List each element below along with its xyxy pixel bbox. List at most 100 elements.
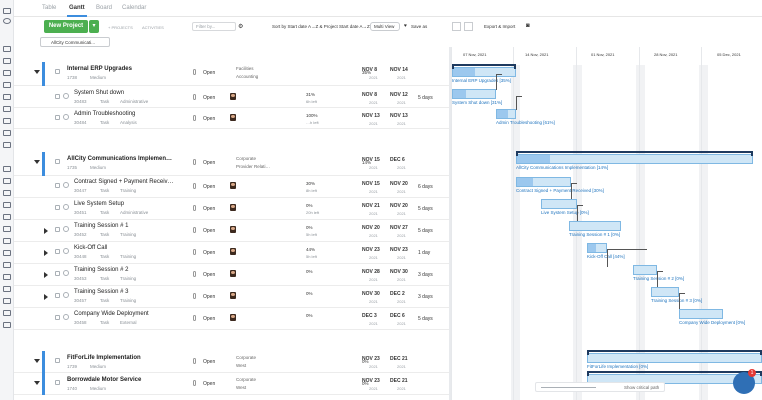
project-title[interactable]: Internal ERP Upgrades <box>67 66 132 72</box>
status-label[interactable]: Open <box>203 381 215 387</box>
projects-label[interactable]: + PROJECTS <box>108 25 133 30</box>
task-title[interactable]: Live System Setup <box>74 201 124 207</box>
start-date[interactable]: DEC 3 <box>362 313 377 319</box>
activities-label[interactable]: ACTIVITIES <box>142 25 164 30</box>
gantt-view-icon[interactable] <box>464 22 473 31</box>
chat-icon[interactable] <box>3 82 11 88</box>
status-label[interactable]: Open <box>203 250 215 256</box>
row-checkbox[interactable] <box>55 380 60 385</box>
status-label[interactable]: Open <box>203 95 215 101</box>
status-label[interactable]: Open <box>203 272 215 278</box>
expand-icon[interactable] <box>44 228 48 234</box>
complete-toggle[interactable] <box>63 182 69 188</box>
row-checkbox[interactable] <box>55 293 60 298</box>
split-view-icon[interactable] <box>452 22 461 31</box>
start-date[interactable]: NOV 20 <box>362 225 380 231</box>
filter-input[interactable]: Filter by... <box>192 22 236 31</box>
expand-icon[interactable] <box>44 272 48 278</box>
gantt-icon-5[interactable] <box>3 226 11 232</box>
task-title[interactable]: Training Session # 1 <box>74 223 128 229</box>
row-checkbox[interactable] <box>55 159 60 164</box>
status-label[interactable]: Open <box>203 228 215 234</box>
gear-icon[interactable]: ⚙ <box>238 23 243 30</box>
task-title[interactable]: Training Session # 3 <box>74 289 128 295</box>
export-import-button[interactable]: Export & Import <box>484 24 515 29</box>
tab-board[interactable]: Board <box>96 5 112 11</box>
gantt-icon-6[interactable] <box>3 238 11 244</box>
collapse-icon[interactable] <box>34 359 40 363</box>
gantt-bar[interactable] <box>679 309 723 319</box>
end-date[interactable]: DEC 2 <box>390 291 405 297</box>
end-date[interactable]: DEC 6 <box>390 157 405 163</box>
status-label[interactable]: Open <box>203 70 215 76</box>
row-checkbox[interactable] <box>55 271 60 276</box>
status-label[interactable]: Open <box>203 316 215 322</box>
complete-toggle[interactable] <box>63 93 69 99</box>
new-project-dropdown[interactable]: ▾ <box>89 20 99 33</box>
start-date[interactable]: NOV 21 <box>362 203 380 209</box>
gantt-icon-4[interactable] <box>3 214 11 220</box>
save-as-button[interactable]: Save as <box>411 24 427 29</box>
clock-icon[interactable] <box>3 106 11 112</box>
multi-view-pill[interactable]: Multi View <box>370 22 400 31</box>
start-date[interactable]: NOV 30 <box>362 291 380 297</box>
start-date[interactable]: NOV 8 <box>362 92 377 98</box>
gantt-bar[interactable] <box>587 353 762 363</box>
gantt-icon-8[interactable] <box>3 262 11 268</box>
tab-table[interactable]: Table <box>42 5 56 11</box>
status-label[interactable]: Open <box>203 294 215 300</box>
end-date[interactable]: NOV 20 <box>390 181 408 187</box>
gantt-bar[interactable] <box>516 154 753 164</box>
show-critical-path-toggle[interactable]: Show critical path <box>624 385 659 390</box>
calendar-icon[interactable] <box>3 70 11 76</box>
complete-toggle[interactable] <box>63 314 69 320</box>
tab-gantt[interactable]: Gantt <box>67 5 87 17</box>
home-icon[interactable] <box>3 46 11 52</box>
task-title[interactable]: Admin Troubleshooting <box>74 111 135 117</box>
start-date[interactable]: NOV 13 <box>362 113 380 119</box>
row-checkbox[interactable] <box>55 115 60 120</box>
menu-icon[interactable] <box>3 8 11 14</box>
collapse-icon[interactable] <box>34 70 40 74</box>
end-date[interactable]: NOV 23 <box>390 247 408 253</box>
sort-selector[interactable]: Sort by Start date A→Z & Project Start d… <box>272 24 370 29</box>
row-checkbox[interactable] <box>55 358 60 363</box>
end-date[interactable]: NOV 12 <box>390 92 408 98</box>
new-project-button[interactable]: New Project <box>44 20 88 33</box>
collapse-icon[interactable] <box>34 160 40 164</box>
task-title[interactable]: Contract Signed + Payment Receiv… <box>74 179 174 185</box>
gantt-bar[interactable] <box>516 177 571 187</box>
gantt-icon-13[interactable] <box>3 322 11 328</box>
gantt-icon-10[interactable] <box>3 286 11 292</box>
zoom-slider[interactable] <box>541 387 596 388</box>
status-label[interactable]: Open <box>203 160 215 166</box>
complete-toggle[interactable] <box>63 204 69 210</box>
gantt-icon[interactable] <box>3 178 11 184</box>
row-checkbox[interactable] <box>55 249 60 254</box>
gantt-bar[interactable] <box>651 287 679 297</box>
complete-toggle[interactable] <box>63 114 69 120</box>
end-date[interactable]: NOV 14 <box>390 67 408 73</box>
complete-toggle[interactable] <box>63 226 69 232</box>
task-title[interactable]: Kick-Off Call <box>74 245 107 251</box>
status-label[interactable]: Open <box>203 359 215 365</box>
gantt-bar[interactable] <box>587 243 607 253</box>
gantt-icon-3[interactable] <box>3 202 11 208</box>
gantt-bar[interactable] <box>452 89 496 99</box>
row-checkbox[interactable] <box>55 94 60 99</box>
start-date[interactable]: NOV 28 <box>362 269 380 275</box>
complete-toggle[interactable] <box>63 292 69 298</box>
complete-toggle[interactable] <box>63 248 69 254</box>
folder-icon[interactable] <box>3 130 11 136</box>
project-title[interactable]: AllCity Communications Implemen… <box>67 156 172 162</box>
row-checkbox[interactable] <box>55 227 60 232</box>
complete-toggle[interactable] <box>63 270 69 276</box>
stack-icon[interactable] <box>3 142 11 148</box>
row-checkbox[interactable] <box>55 69 60 74</box>
gantt-bar[interactable] <box>541 199 577 209</box>
expand-icon[interactable] <box>44 294 48 300</box>
add-icon[interactable] <box>3 166 11 172</box>
search-icon[interactable] <box>3 18 11 24</box>
task-title[interactable]: Training Session # 2 <box>74 267 128 273</box>
end-date[interactable]: NOV 27 <box>390 225 408 231</box>
